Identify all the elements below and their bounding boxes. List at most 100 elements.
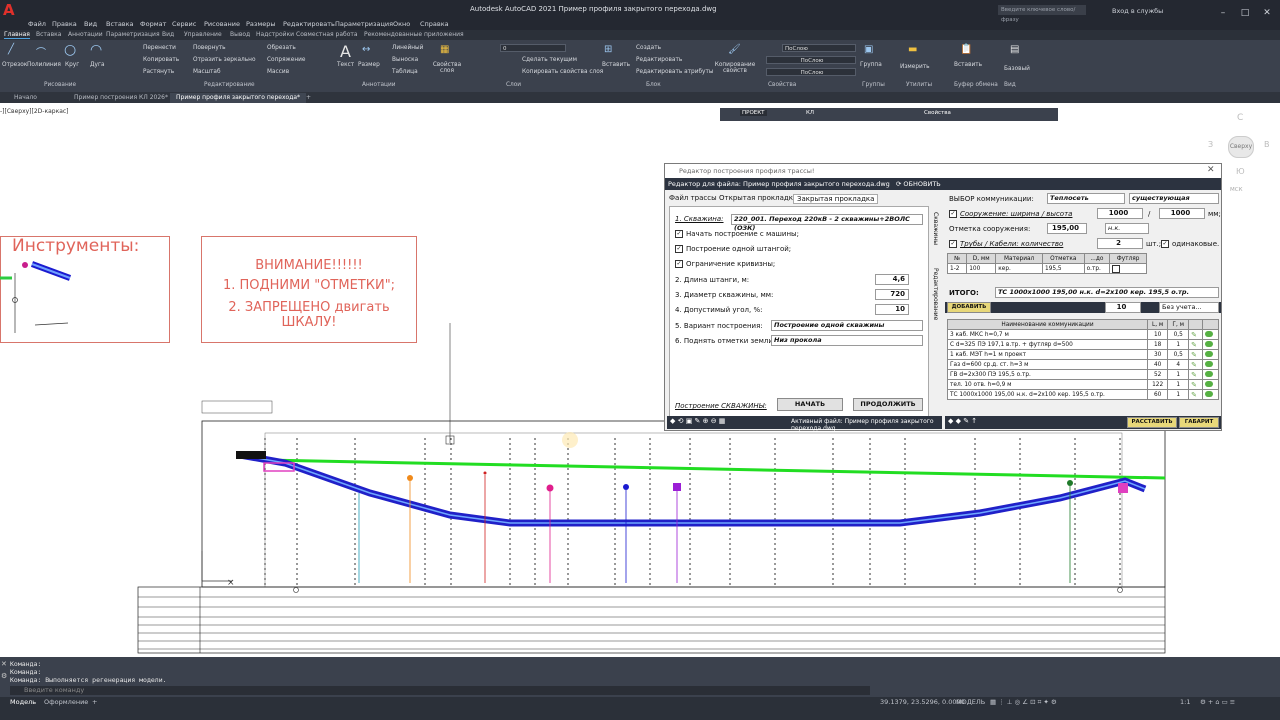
menu-item-9[interactable]: Параметризация [335, 20, 393, 28]
ribbon-tab-7[interactable]: Надстройки [256, 31, 294, 38]
login-button[interactable]: Вход в службы [1112, 7, 1163, 15]
fillet-button[interactable]: Сопряжение [267, 57, 305, 63]
check-single-rod[interactable]: ✓ Построение одной штангой; [675, 245, 791, 253]
dimension-button[interactable]: Размер [358, 62, 380, 68]
table-row[interactable]: Газ d=600 ср.д. ст. h=3 м 40 4 ✎ [947, 359, 1220, 370]
edit-pencil-icon[interactable]: ✎ [1188, 339, 1203, 350]
list-cell[interactable]: ГВ d=2х300 ПЭ 195,5 о.тр. [947, 369, 1148, 380]
create-block-button[interactable]: Создать [636, 45, 661, 51]
array-button[interactable]: Массив [267, 69, 289, 75]
layer-properties-button[interactable]: Свойства слоя [432, 62, 462, 74]
annotation-scale[interactable]: 1:1 [1180, 698, 1190, 706]
edit-attributes-button[interactable]: Редактировать атрибуты [636, 69, 713, 75]
toolbar-icons[interactable]: ◆ ⟲ ▣ ✎ ⊕ ⊖ ▦ [670, 417, 725, 425]
comm-state-dropdown[interactable]: существующая [1129, 193, 1219, 204]
mirror-button[interactable]: Отразить зеркально [193, 57, 256, 63]
match-properties-icon[interactable]: 🖌 [728, 44, 741, 55]
model-space-toggle[interactable]: МОДЕЛЬ [956, 698, 985, 706]
paste-icon[interactable]: 📋 [960, 44, 972, 55]
list-cell[interactable]: 18 [1146, 339, 1169, 350]
list-cell[interactable]: 1 [1167, 369, 1190, 380]
table-button[interactable]: Таблица [392, 69, 418, 75]
ribbon-tab-6[interactable]: Вывод [230, 31, 250, 38]
ribbon-tab-0[interactable]: Главная [4, 31, 30, 39]
edit-pencil-icon[interactable]: ✎ [1188, 389, 1203, 400]
autocad-logo-icon[interactable]: A [3, 2, 15, 18]
arc-icon[interactable]: ◠ [90, 42, 102, 58]
ribbon-tab-8[interactable]: Совместная работа [296, 31, 358, 38]
ribbon-group-label-6[interactable]: Группы [862, 82, 885, 88]
check-start-machine[interactable]: ✓ Начать построение с машины; [675, 230, 799, 238]
trim-button[interactable]: Обрезать [267, 45, 296, 51]
text-icon[interactable]: A [340, 42, 351, 61]
list-cell[interactable]: 122 [1146, 379, 1169, 390]
line-icon[interactable]: ╱ [8, 44, 14, 55]
make-current-button[interactable]: Сделать текущим [522, 57, 577, 63]
base-view-icon[interactable]: ▤ [1010, 44, 1019, 55]
gabarit-button[interactable]: ГАБАРИТ [1179, 417, 1219, 428]
list-cell[interactable]: тел. 10 отв. h=0,9 м [947, 379, 1148, 390]
list-cell[interactable]: 1 каб. МЭТ h=1 м проект [947, 349, 1148, 360]
ribbon-tab-5[interactable]: Управление [184, 31, 222, 38]
ribbon-tab-3[interactable]: Параметризация [106, 31, 160, 38]
new-tab-icon[interactable]: + [300, 93, 317, 103]
pipe-cell[interactable]: 100 [966, 263, 997, 274]
linear-button[interactable]: Линейный [392, 45, 423, 51]
raise-ground-dropdown[interactable]: Низ прокола [771, 335, 923, 346]
ribbon-group-label-3[interactable]: Слои [506, 82, 521, 88]
scale-button[interactable]: Масштаб [193, 69, 221, 75]
ribbon-group-label-1[interactable]: Редактирование [204, 82, 255, 88]
menu-item-1[interactable]: Правка [52, 20, 77, 28]
ribbon-tab-9[interactable]: Рекомендованные приложения [364, 31, 464, 38]
dimension-icon[interactable]: ↔ [362, 44, 370, 55]
angle-input[interactable]: 10 [875, 304, 909, 315]
check-curvature-limit[interactable]: ✓ Ограничение кривизны; [675, 260, 775, 268]
ribbon-tab-1[interactable]: Вставка [36, 31, 61, 38]
menu-item-2[interactable]: Вид [84, 20, 97, 28]
menu-item-6[interactable]: Рисование [204, 20, 240, 28]
side-tab-editing[interactable]: Редактирование [929, 268, 939, 338]
list-cell[interactable]: 3 каб. МКС h=0,7 м [947, 329, 1148, 340]
elevation-input[interactable]: 195,00 [1047, 223, 1087, 234]
paste-button[interactable]: Вставить [954, 62, 982, 68]
pipe-cell[interactable]: 1-2 [946, 263, 968, 274]
search-input[interactable]: Введите ключевое слово/фразу [998, 5, 1086, 23]
menu-item-4[interactable]: Формат [140, 20, 166, 28]
build-variant-dropdown[interactable]: Построение одной скважины [771, 320, 923, 331]
ribbon-group-label-8[interactable]: Буфер обмена [954, 82, 998, 88]
well-dropdown[interactable]: 220_001. Переход 220кВ - 2 скважины+2ВОЛ… [731, 214, 923, 232]
well-diameter-input[interactable]: 720 [875, 289, 909, 300]
structure-height-input[interactable]: 1000 [1159, 208, 1205, 219]
remove-row-icon[interactable] [1201, 389, 1220, 400]
circle-icon[interactable]: ○ [64, 42, 76, 58]
list-cell[interactable]: С d=325 ПЭ 197,1 в.тр. + футляр d=500 [947, 339, 1148, 350]
ribbon-tab-4[interactable]: Вид [162, 31, 174, 38]
layer-properties-icon[interactable]: ▦ [440, 44, 449, 55]
table-row[interactable]: ТС 1000х1000 195,00 н.к. d=2х100 кер. 19… [947, 389, 1220, 400]
rod-length-input[interactable]: 4,6 [875, 274, 909, 285]
ribbon-tab-2[interactable]: Аннотации [68, 31, 103, 38]
status-right-icons[interactable]: ⚙ + ⌂ ▭ ≡ [1200, 698, 1235, 706]
profile-editor-dialog[interactable]: Редактор построения профиля трассы! ✕ Ре… [664, 163, 1222, 432]
refresh-button[interactable]: ОБНОВИТЬ [903, 180, 940, 188]
stretch-button[interactable]: Растянуть [143, 69, 174, 75]
color-dropdown[interactable]: ПоСлою [782, 44, 856, 52]
menu-item-7[interactable]: Размеры [246, 20, 276, 28]
edit-block-button[interactable]: Редактировать [636, 57, 682, 63]
structure-width-input[interactable]: 1000 [1097, 208, 1143, 219]
command-settings-icon[interactable]: ⚙ [1, 672, 7, 680]
add-mode-dropdown[interactable]: Без учета... [1159, 302, 1219, 313]
edit-pencil-icon[interactable]: ✎ [1188, 329, 1203, 340]
menu-item-8[interactable]: Редактировать [283, 20, 335, 28]
edit-pencil-icon[interactable]: ✎ [1188, 369, 1203, 380]
ribbon-group-label-7[interactable]: Утилиты [906, 82, 932, 88]
add-value-input[interactable]: 10 [1105, 302, 1141, 313]
list-cell[interactable]: 4 [1167, 359, 1190, 370]
add-layout-icon[interactable]: + [92, 698, 97, 706]
pipes-count-input[interactable]: 2 [1097, 238, 1143, 249]
menu-item-5[interactable]: Сервис [172, 20, 196, 28]
lineweight-dropdown[interactable]: ПоСлою [766, 68, 856, 76]
pipes-table[interactable]: № D, мм Материал Отметка ...до Футляр 1-2 100 к… [946, 253, 1147, 274]
ribbon-group-label-0[interactable]: Рисование [44, 82, 76, 88]
list-cell[interactable]: 60 [1146, 389, 1169, 400]
